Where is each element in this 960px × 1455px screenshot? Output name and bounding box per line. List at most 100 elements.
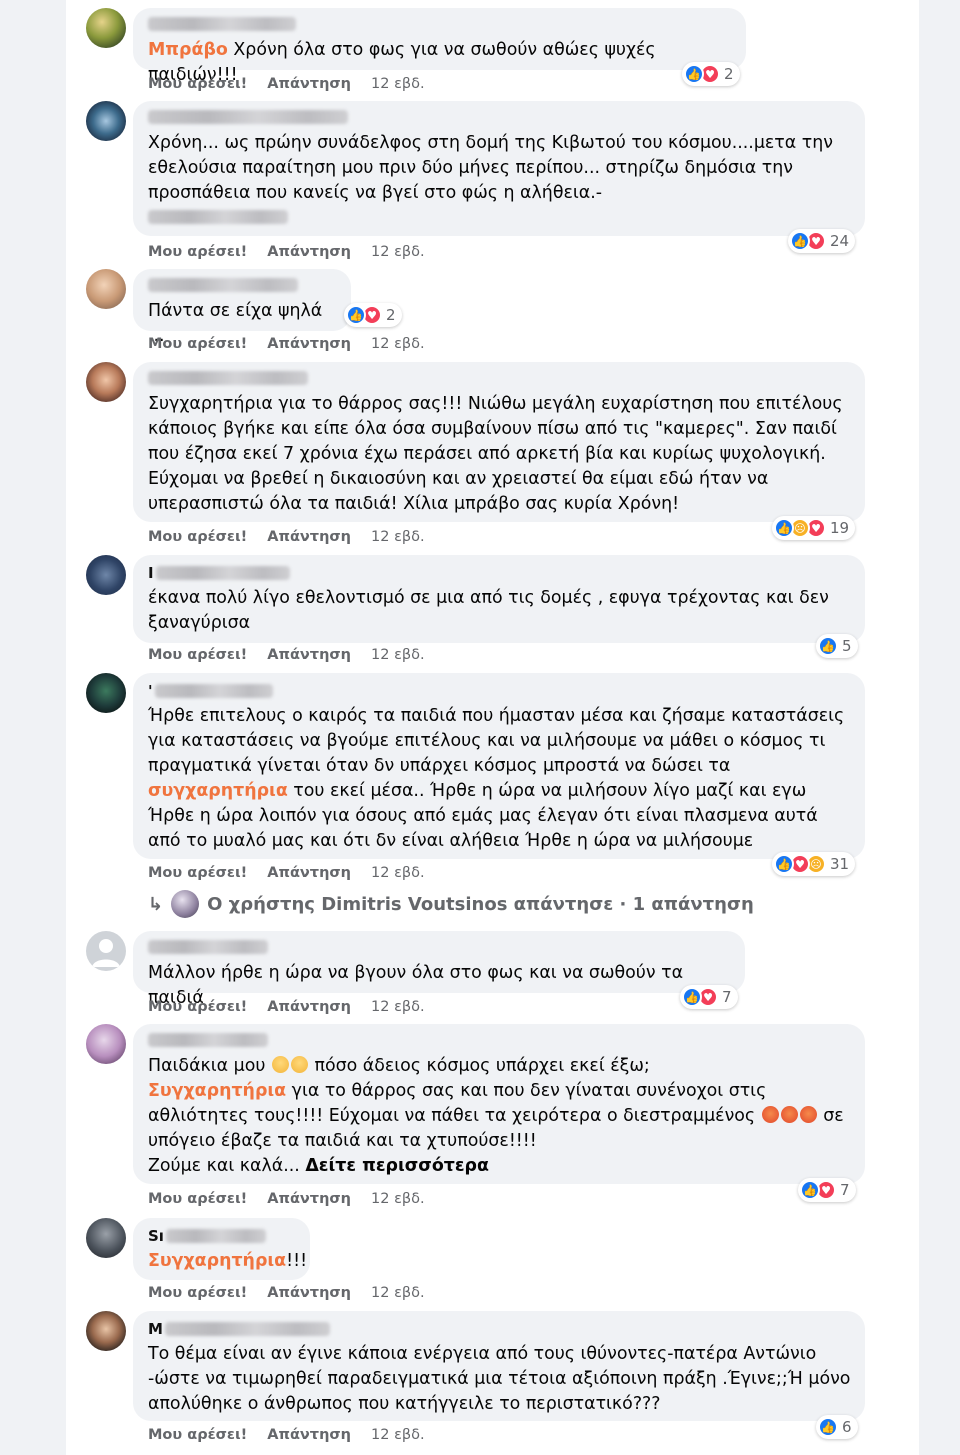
comment-actions: Μου αρέσει! Απάντηση 12 εβδ. xyxy=(148,244,425,260)
reaction-summary[interactable]: 👍 ♥ 2 xyxy=(344,303,402,327)
timestamp[interactable]: 12 εβδ. xyxy=(371,1427,425,1443)
view-replies-link[interactable]: ↳ Ο χρήστης Dimitris Voutsinos απάντησε … xyxy=(148,890,754,918)
reply-button[interactable]: Απάντηση xyxy=(267,1427,351,1443)
avatar[interactable] xyxy=(86,8,126,48)
author-name[interactable]: ' xyxy=(148,682,851,700)
avatar[interactable] xyxy=(86,1218,126,1258)
avatar[interactable] xyxy=(86,101,126,141)
reaction-summary[interactable]: 👍 ♥ 7 xyxy=(798,1178,856,1202)
author-name[interactable]: M xyxy=(148,1320,851,1338)
comment-actions: Μου αρέσει! Απάντηση 12 εβδ. xyxy=(148,1191,425,1207)
comment-bubble: I έκανα πολύ λίγο εθελοντισμό σε μια από… xyxy=(133,555,865,643)
comment-actions: Μου αρέσει! Απάντηση 12 εβδ. xyxy=(148,336,425,352)
like-button[interactable]: Μου αρέσει! xyxy=(148,647,247,663)
comment-actions: Μου αρέσει! Απάντηση 12 εβδ. xyxy=(148,865,425,881)
comment-text: Χρόνη... ως πρώην συνάδελφος στη δομή τη… xyxy=(148,133,833,203)
reaction-summary[interactable]: 👍 ♥ 24 xyxy=(788,229,856,253)
comment-text: Το θέμα είναι αν έγινε κάποια ενέργεια α… xyxy=(148,1344,851,1414)
timestamp[interactable]: 12 εβδ. xyxy=(371,647,425,663)
reaction-count: 19 xyxy=(830,519,850,537)
comment-bubble: Παιδάκια μου πόσο άδειος κόσμος υπάρχει … xyxy=(133,1024,865,1184)
reaction-count: 2 xyxy=(724,65,734,83)
timestamp[interactable]: 12 εβδ. xyxy=(371,244,425,260)
comment-actions: Μου αρέσει! Απάντηση 12 εβδ. xyxy=(148,999,425,1015)
like-button[interactable]: Μου αρέσει! xyxy=(148,1285,247,1301)
reaction-summary[interactable]: 👍 5 xyxy=(816,634,858,658)
worried-emoji-icon xyxy=(290,1056,308,1073)
reply-button[interactable]: Απάντηση xyxy=(267,529,351,545)
reply-button[interactable]: Απάντηση xyxy=(267,865,351,881)
timestamp[interactable]: 12 εβδ. xyxy=(371,1191,425,1207)
timestamp[interactable]: 12 εβδ. xyxy=(371,1285,425,1301)
comment-text-part: Ζούμε και καλά... xyxy=(148,1156,306,1176)
highlighted-word: Συγχαρητήρια xyxy=(148,1251,287,1271)
like-icon: 👍 xyxy=(774,518,794,538)
avatar[interactable] xyxy=(86,555,126,595)
like-button[interactable]: Μου αρέσει! xyxy=(148,1427,247,1443)
avatar[interactable] xyxy=(86,1311,126,1351)
comment-actions: Μου αρέσει! Απάντηση 12 εβδ. xyxy=(148,1285,425,1301)
reaction-summary[interactable]: 👍 ♥ ☹ 31 xyxy=(772,852,856,876)
author-name-blurred xyxy=(154,684,273,698)
highlighted-word: συγχαρητήρια xyxy=(148,781,288,801)
reply-button[interactable]: Απάντηση xyxy=(267,999,351,1015)
timestamp[interactable]: 12 εβδ. xyxy=(371,76,425,92)
avatar[interactable] xyxy=(86,1024,126,1064)
author-name[interactable]: I xyxy=(148,564,851,582)
author-name-blurred[interactable] xyxy=(148,1033,268,1047)
author-name-blurred[interactable] xyxy=(148,110,348,124)
reply-button[interactable]: Απάντηση xyxy=(267,336,351,352)
like-button[interactable]: Μου αρέσει! xyxy=(148,999,247,1015)
author-name-blurred[interactable] xyxy=(148,17,296,31)
timestamp[interactable]: 12 εβδ. xyxy=(371,529,425,545)
reaction-summary[interactable]: 👍 ♥ 7 xyxy=(680,985,738,1009)
avatar[interactable] xyxy=(86,673,126,713)
like-button[interactable]: Μου αρέσει! xyxy=(148,529,247,545)
comment-text: Συγχαρητήρια!!! xyxy=(148,1249,307,1274)
angry-emoji-icon xyxy=(780,1106,798,1123)
like-icon: 👍 xyxy=(774,854,794,874)
reply-summary: Ο χρήστης Dimitris Voutsinos απάντησε · … xyxy=(207,893,754,915)
like-icon: 👍 xyxy=(684,64,704,84)
timestamp[interactable]: 12 εβδ. xyxy=(371,999,425,1015)
like-button[interactable]: Μου αρέσει! xyxy=(148,1191,247,1207)
like-button[interactable]: Μου αρέσει! xyxy=(148,244,247,260)
comment-text: Ήρθε επιτελους ο καιρός τα παιδιά που ήμ… xyxy=(148,704,851,854)
disappointed-emoji-icon xyxy=(271,1056,289,1073)
author-name-blurred[interactable] xyxy=(148,940,268,954)
reaction-count: 7 xyxy=(840,1181,850,1199)
reaction-summary[interactable]: 👍 ☹ ♥ 19 xyxy=(772,516,856,540)
like-icon: 👍 xyxy=(818,636,838,656)
comment-bubble: M Το θέμα είναι αν έγινε κάποια ενέργεια… xyxy=(133,1311,865,1421)
reply-button[interactable]: Απάντηση xyxy=(267,1191,351,1207)
like-button[interactable]: Μου αρέσει! xyxy=(148,336,247,352)
author-initial: I xyxy=(148,564,154,582)
timestamp[interactable]: 12 εβδ. xyxy=(371,336,425,352)
reply-button[interactable]: Απάντηση xyxy=(267,647,351,663)
avatar[interactable] xyxy=(86,362,126,402)
reply-button[interactable]: Απάντηση xyxy=(267,1285,351,1301)
like-button[interactable]: Μου αρέσει! xyxy=(148,865,247,881)
reply-button[interactable]: Απάντηση xyxy=(267,244,351,260)
reply-button[interactable]: Απάντηση xyxy=(267,76,351,92)
author-name-blurred[interactable] xyxy=(148,278,298,292)
author-name-blurred[interactable] xyxy=(148,371,308,385)
default-avatar-icon xyxy=(92,939,120,967)
reaction-count: 6 xyxy=(842,1418,852,1436)
highlighted-word: Μπράβο xyxy=(148,40,228,60)
avatar[interactable] xyxy=(86,931,126,971)
timestamp[interactable]: 12 εβδ. xyxy=(371,865,425,881)
reaction-count: 24 xyxy=(830,232,850,250)
avatar[interactable] xyxy=(86,269,126,309)
author-initial: M xyxy=(148,1320,163,1338)
author-name[interactable]: Sı xyxy=(148,1227,296,1245)
see-more-link[interactable]: Δείτε περισσότερα xyxy=(305,1156,489,1176)
author-name-blurred xyxy=(164,1322,330,1336)
reaction-summary[interactable]: 👍 6 xyxy=(816,1415,858,1439)
comment-actions: Μου αρέσει! Απάντηση 12 εβδ. xyxy=(148,529,425,545)
like-button[interactable]: Μου αρέσει! xyxy=(148,76,247,92)
comment-text: έκανα πολύ λίγο εθελοντισμό σε μια από τ… xyxy=(148,588,829,633)
reaction-summary[interactable]: 👍 ♥ 2 xyxy=(682,62,740,86)
author-initial: Sı xyxy=(148,1227,164,1245)
like-icon: 👍 xyxy=(800,1180,820,1200)
